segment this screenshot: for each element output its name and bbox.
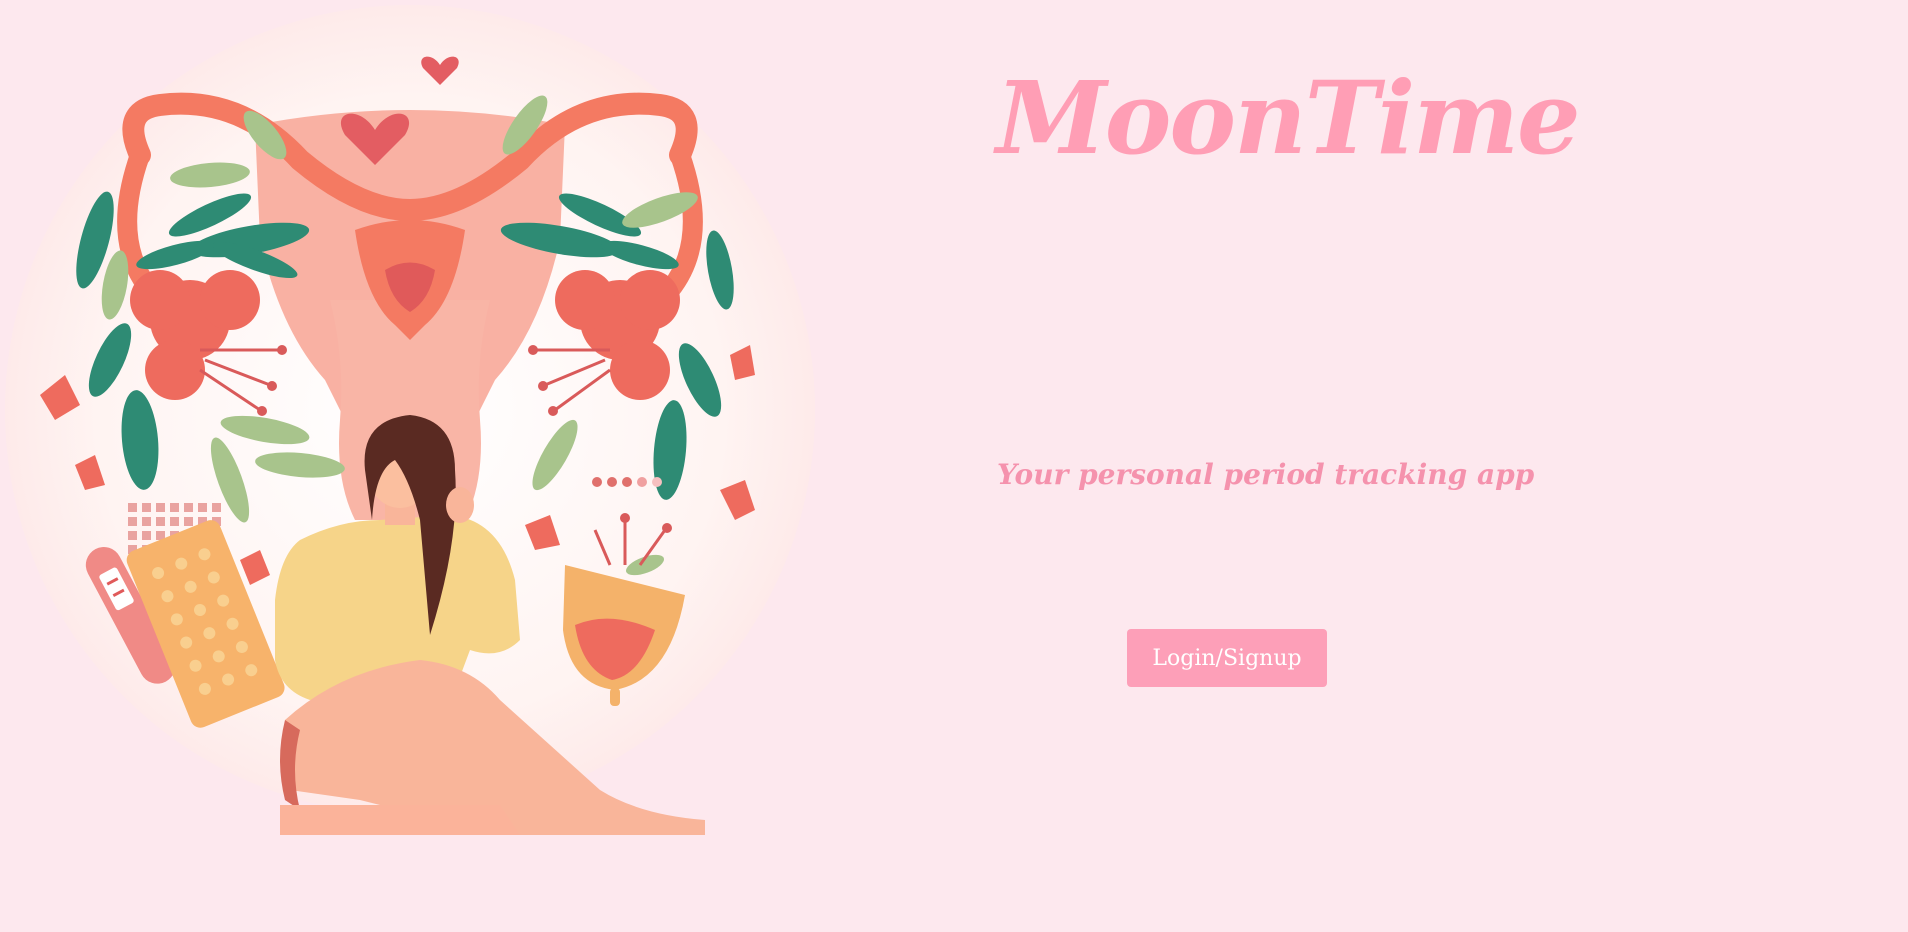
app-title: MoonTime bbox=[996, 59, 1581, 177]
woman-uterus-illustration-icon bbox=[5, 5, 815, 835]
hero-illustration bbox=[0, 0, 820, 932]
login-signup-button[interactable]: Login/Signup bbox=[1127, 629, 1327, 687]
app-tagline: Your personal period tracking app bbox=[997, 458, 1535, 491]
